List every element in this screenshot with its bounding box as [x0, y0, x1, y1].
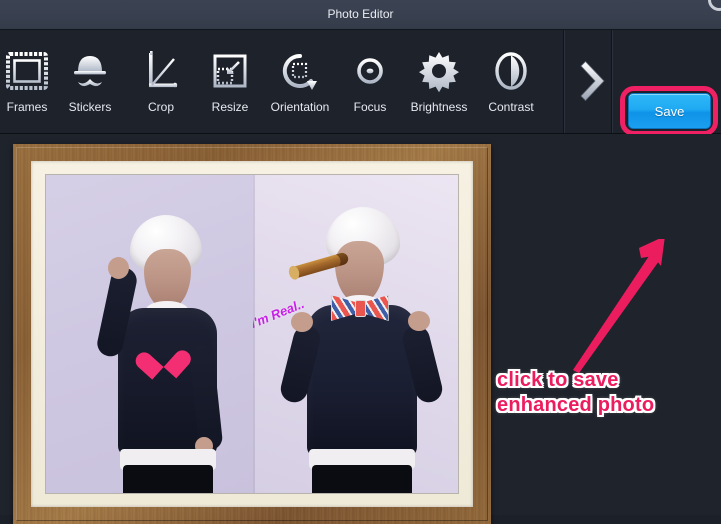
brightness-icon: [416, 48, 462, 94]
resize-icon: [207, 48, 253, 94]
frames-icon: [4, 48, 50, 94]
tool-frames[interactable]: Frames: [0, 30, 62, 133]
title-bar: Photo Editor: [0, 0, 721, 30]
tool-list: Frames Stickers: [0, 30, 563, 133]
editor-canvas-area: I'm Real.. click to save enhanced photo: [0, 134, 721, 515]
photo-panel-right: I'm Real..: [253, 175, 458, 493]
tool-orientation[interactable]: Orientation: [265, 30, 335, 133]
crop-icon: [138, 48, 184, 94]
orientation-icon: [277, 48, 323, 94]
hand-right-b: [408, 311, 430, 331]
stickers-icon: [67, 48, 113, 94]
tool-label: Focus: [335, 100, 405, 114]
photo-frame[interactable]: I'm Real..: [13, 144, 491, 524]
tool-crop[interactable]: Crop: [126, 30, 196, 133]
face-left: [144, 249, 191, 309]
annotation-text: click to save enhanced photo: [497, 368, 712, 418]
pants-left: [123, 465, 213, 493]
tool-label: Frames: [0, 100, 62, 114]
annotation-line-1: click to save: [497, 368, 712, 393]
next-tools-button[interactable]: [564, 30, 611, 133]
tool-resize[interactable]: Resize: [195, 30, 265, 133]
tool-label: Brightness: [404, 100, 474, 114]
save-button[interactable]: Save: [628, 93, 711, 129]
torso-right: [307, 305, 417, 457]
tool-label: Crop: [126, 100, 196, 114]
tool-stickers[interactable]: Stickers: [55, 30, 125, 133]
focus-icon: [347, 48, 393, 94]
editor-toolbar: Frames Stickers: [0, 30, 721, 134]
bowtie-sticker[interactable]: [331, 295, 389, 321]
tool-brightness[interactable]: Brightness: [404, 30, 474, 133]
bowtie-wing-right: [362, 295, 389, 321]
pants-right: [312, 465, 412, 493]
tool-focus[interactable]: Focus: [335, 30, 405, 133]
annotation-line-2: enhanced photo: [497, 393, 712, 418]
tool-label: Resize: [195, 100, 265, 114]
tool-label: Orientation: [265, 100, 335, 114]
tool-label: Contrast: [476, 100, 546, 114]
bowtie-knot: [355, 300, 366, 317]
window-title: Photo Editor: [0, 0, 721, 29]
tool-contrast[interactable]: Contrast: [476, 30, 546, 133]
photo-seam: [253, 175, 255, 493]
face-right: [335, 241, 384, 303]
hand-left: [108, 257, 129, 279]
contrast-icon: [488, 48, 534, 94]
tool-label: Stickers: [55, 100, 125, 114]
toolbar-divider-2: [611, 30, 613, 133]
hand-right-a: [291, 312, 313, 332]
bowtie-wing-left: [331, 295, 358, 321]
edited-photo[interactable]: I'm Real..: [45, 174, 459, 494]
photo-panel-left: [46, 175, 253, 493]
pink-arrow-icon: [555, 239, 685, 374]
heart-sticker[interactable]: [145, 339, 181, 372]
frame-mat: I'm Real..: [31, 161, 473, 507]
